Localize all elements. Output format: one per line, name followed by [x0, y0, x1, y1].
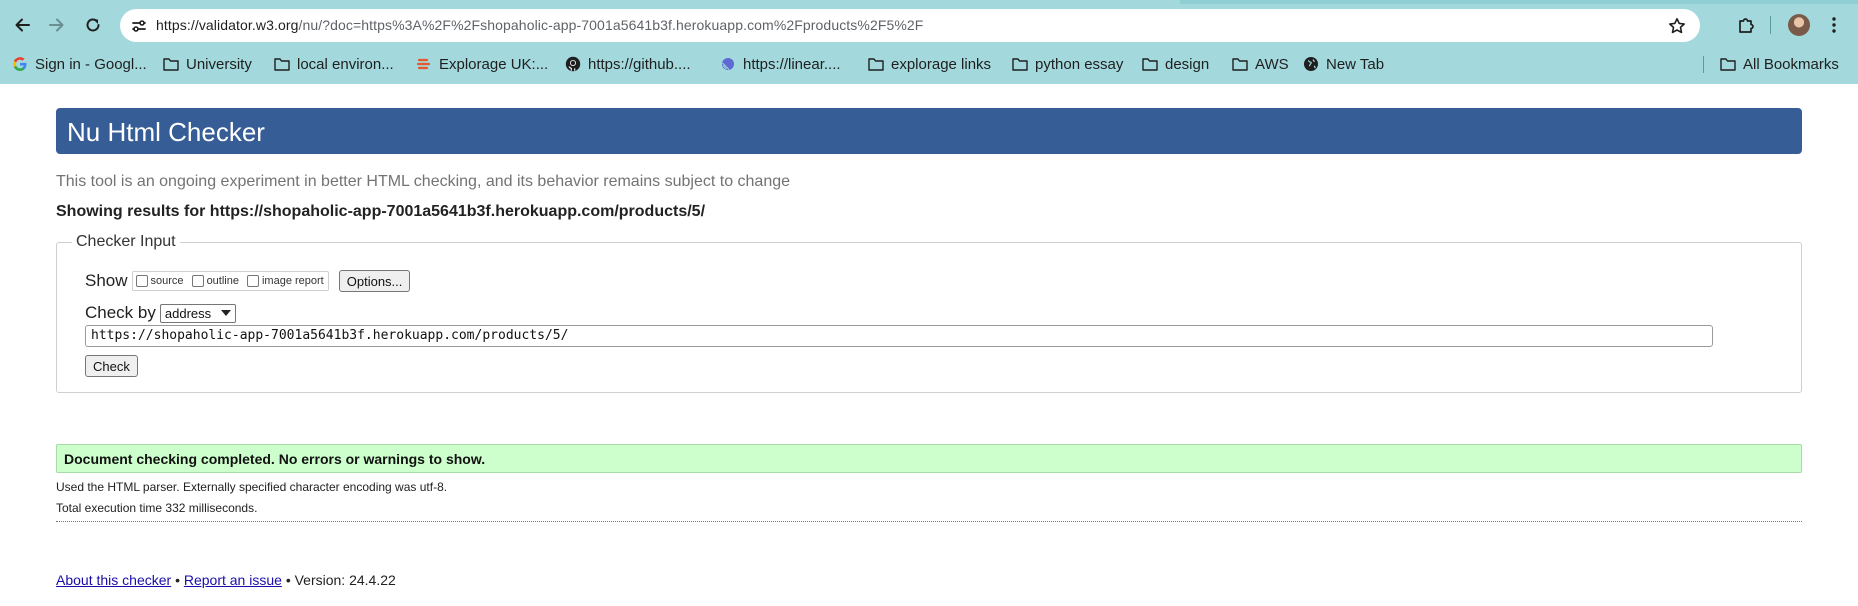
- reload-button[interactable]: [79, 11, 107, 39]
- bookmark-item[interactable]: Explorage UK:...: [416, 52, 548, 76]
- bookmark-label: local environ...: [297, 55, 394, 73]
- bookmark-label: explorage links: [891, 55, 992, 73]
- success-text: Document checking completed. No errors o…: [64, 451, 486, 467]
- bookmark-folder[interactable]: local environ...: [274, 52, 394, 76]
- results-heading: Showing results for https://shopaholic-a…: [56, 203, 706, 220]
- image-report-checkbox[interactable]: [246, 275, 259, 287]
- bookmark-item[interactable]: New Tab: [1303, 52, 1384, 76]
- bookmark-label: AWS: [1255, 55, 1289, 73]
- url-host: https://validator.w3.org: [156, 17, 299, 33]
- divider: [56, 521, 1802, 522]
- check-by-label: Check by: [85, 303, 156, 322]
- bookmark-label: design: [1165, 55, 1210, 73]
- bookmark-item[interactable]: https://github....: [565, 52, 691, 76]
- reload-icon: [86, 18, 100, 32]
- bookmark-label: https://github....: [588, 55, 691, 73]
- option-label: source: [150, 275, 184, 287]
- options-button[interactable]: Options...: [338, 270, 411, 292]
- folder-icon: [274, 56, 290, 72]
- checker-input-legend: Checker Input: [76, 233, 176, 250]
- bookmark-star-button[interactable]: [1666, 15, 1688, 37]
- bookmark-label: Explorage UK:...: [439, 55, 549, 73]
- bookmark-label: https://linear....: [743, 55, 841, 73]
- tune-icon: [132, 20, 146, 32]
- all-bookmarks-button[interactable]: All Bookmarks: [1720, 52, 1839, 76]
- check-by-row: Check by address: [85, 302, 237, 324]
- check-button[interactable]: Check: [85, 355, 138, 377]
- bookmark-item[interactable]: Sign in - Googl...: [12, 52, 147, 76]
- page-footer: About this checker • Report an issue • V…: [56, 572, 396, 588]
- option-label: outline: [206, 275, 239, 287]
- all-bookmarks-label: All Bookmarks: [1743, 55, 1839, 73]
- tagline: This tool is an ongoing experiment in be…: [56, 173, 791, 190]
- profile-avatar[interactable]: [1788, 14, 1810, 36]
- address-bar-url: https://validator.w3.org/nu/?doc=https%3…: [156, 17, 923, 33]
- tab-strip-edge: [0, 0, 1858, 4]
- result-success-message: Document checking completed. No errors o…: [56, 444, 1802, 473]
- check-by-value: address: [164, 305, 212, 321]
- outline-checkbox[interactable]: [191, 275, 204, 287]
- footer-bullet: •: [175, 572, 180, 588]
- checker-input-fieldset: Checker Input: [56, 233, 1802, 393]
- folder-icon: [1142, 56, 1158, 72]
- option-label: image report: [261, 275, 324, 287]
- parser-note: Used the HTML parser. Externally specifi…: [56, 480, 448, 494]
- bookmark-folder[interactable]: python essay: [1012, 52, 1123, 76]
- bookmarks-separator: [1703, 56, 1704, 73]
- bookmark-folder[interactable]: AWS: [1232, 52, 1289, 76]
- arrow-right-icon: [49, 18, 64, 32]
- about-checker-link[interactable]: About this checker: [56, 572, 171, 588]
- browser-menu-button[interactable]: [1826, 13, 1842, 37]
- show-options-row: Show source outline image report Options…: [85, 270, 411, 292]
- folder-icon: [1012, 56, 1028, 72]
- show-outline-option[interactable]: outline: [191, 275, 239, 287]
- page-title: Nu Html Checker: [67, 117, 265, 147]
- check-by-select[interactable]: address: [159, 303, 237, 323]
- document-url-input[interactable]: https://shopaholic-app-7001a5641b3f.hero…: [85, 325, 1713, 347]
- show-image-report-option[interactable]: image report: [246, 275, 324, 287]
- page-header: Nu Html Checker: [56, 108, 1802, 154]
- show-source-option[interactable]: source: [135, 275, 184, 287]
- arrow-left-icon: [15, 18, 30, 32]
- github-icon: [565, 56, 581, 72]
- bookmark-label: python essay: [1035, 55, 1124, 73]
- bookmark-label: University: [186, 55, 252, 73]
- puzzle-icon: [1739, 18, 1754, 33]
- folder-icon: [163, 56, 179, 72]
- bookmark-label: Sign in - Googl...: [35, 55, 147, 73]
- forward-button[interactable]: [43, 11, 71, 39]
- folder-icon: [1720, 56, 1736, 72]
- folder-icon: [868, 56, 884, 72]
- google-icon: [12, 56, 28, 72]
- bookmark-folder[interactable]: explorage links: [868, 52, 991, 76]
- address-bar[interactable]: https://validator.w3.org/nu/?doc=https%3…: [120, 9, 1700, 42]
- bookmark-label: New Tab: [1326, 55, 1385, 73]
- bookmark-folder[interactable]: design: [1142, 52, 1209, 76]
- back-button[interactable]: [8, 11, 36, 39]
- source-checkbox[interactable]: [135, 275, 148, 287]
- report-issue-link[interactable]: Report an issue: [184, 572, 282, 588]
- linear-icon: [720, 56, 736, 72]
- version-text: Version: 24.4.22: [294, 572, 396, 588]
- footer-bullet: •: [285, 572, 291, 588]
- folder-icon: [1232, 56, 1248, 72]
- execution-time: Total execution time 332 milliseconds.: [56, 501, 258, 515]
- site-info-button[interactable]: [128, 15, 150, 37]
- browser-toolbar: https://validator.w3.org/nu/?doc=https%3…: [0, 0, 1858, 84]
- url-path: /nu/?doc=https%3A%2F%2Fshopaholic-app-70…: [298, 17, 924, 33]
- kebab-menu-icon: [1832, 17, 1836, 33]
- show-label: Show: [85, 271, 128, 290]
- bookmark-folder[interactable]: University: [163, 52, 252, 76]
- explorage-icon: [416, 56, 432, 72]
- toolbar-separator: [1770, 16, 1771, 34]
- bookmarks-bar: Sign in - Googl... University local envi…: [0, 50, 1858, 78]
- chevron-down-icon: [221, 310, 232, 316]
- star-icon: [1669, 18, 1685, 34]
- globe-icon: [1303, 56, 1319, 72]
- extensions-button[interactable]: [1734, 13, 1758, 37]
- bookmark-item[interactable]: https://linear....: [720, 52, 841, 76]
- show-options-group: source outline image report: [131, 271, 329, 291]
